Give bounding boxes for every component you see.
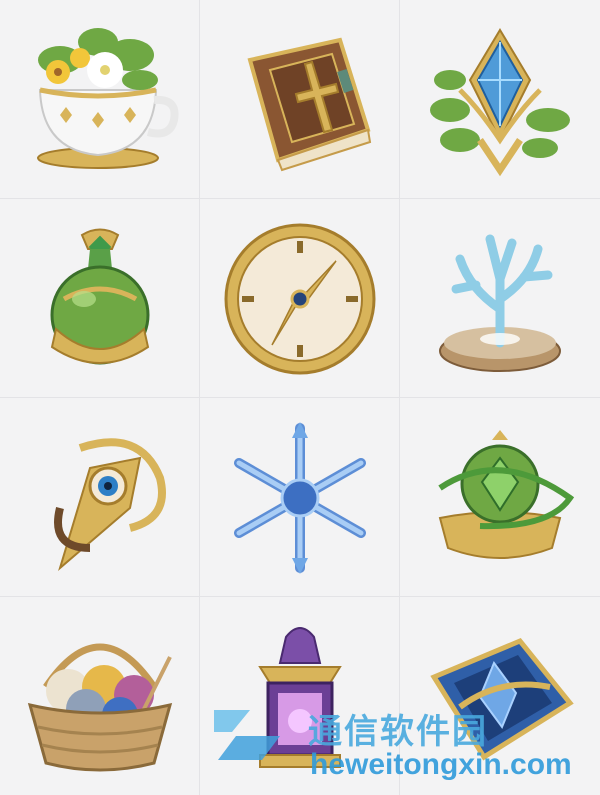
icon-cell[interactable] [200,199,400,398]
site-watermark: 通信软件园 heweitongxin.com [210,700,600,795]
icon-cell[interactable] [0,0,200,199]
yarn-basket-icon [27,643,173,772]
teacup-flowers-icon [37,28,179,169]
snowflake-icon [234,422,366,574]
eye-sun-emblem-icon [54,438,166,571]
blue-coral-icon [439,234,561,372]
crystal-leaf-emblem-icon [430,28,570,177]
icon-cell[interactable] [0,199,200,398]
icon-cell[interactable] [400,0,600,199]
watermark-site-name: 通信软件园 [308,712,488,752]
golden-clock-icon [224,223,376,375]
icon-cell[interactable] [0,398,200,597]
icon-grid [0,0,600,795]
watermark-url: heweitongxin.com [310,748,572,781]
icon-cell[interactable] [400,398,600,597]
icon-cell[interactable] [200,398,400,597]
green-gem-bowl-icon [438,430,575,559]
leather-book-icon [247,37,372,172]
icon-cell[interactable] [200,0,400,199]
watermark-logo-icon [214,710,280,760]
icon-cell[interactable] [0,597,200,795]
icon-cell[interactable] [400,199,600,398]
green-orb-vial-icon [50,228,150,365]
